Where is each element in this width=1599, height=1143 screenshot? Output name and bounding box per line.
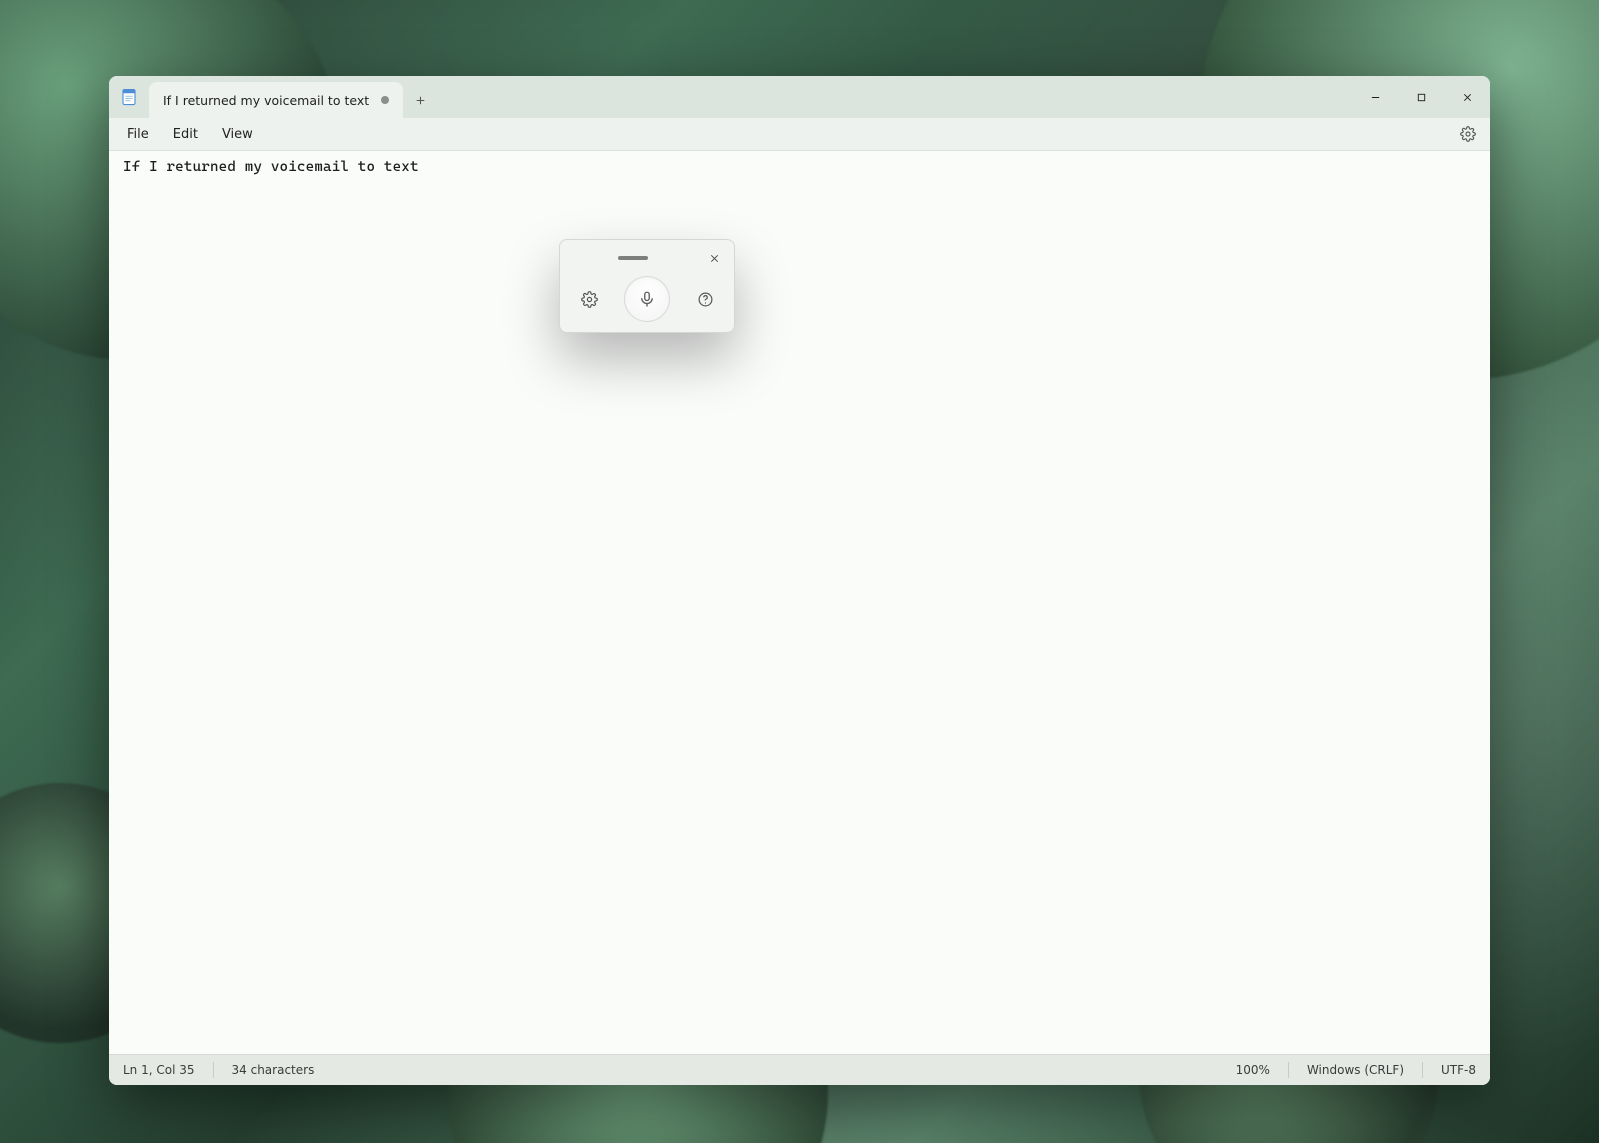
- menu-view[interactable]: View: [210, 123, 265, 146]
- help-icon: [697, 291, 714, 308]
- status-zoom[interactable]: 100%: [1232, 1063, 1274, 1077]
- close-button[interactable]: [1444, 76, 1490, 118]
- gear-icon: [1460, 126, 1476, 142]
- statusbar: Ln 1, Col 35 34 characters 100% Windows …: [109, 1054, 1490, 1085]
- tab-title: If I returned my voicemail to text: [163, 93, 369, 108]
- titlebar[interactable]: If I returned my voicemail to text: [109, 76, 1490, 118]
- editor-textarea[interactable]: If I returned my voicemail to text: [109, 151, 1490, 1054]
- gear-icon: [581, 291, 598, 308]
- window-controls: [1352, 76, 1490, 118]
- close-icon: [1462, 92, 1473, 103]
- voice-widget-header[interactable]: [568, 248, 726, 274]
- app-icon-slot: [109, 76, 149, 118]
- voice-settings-button[interactable]: [574, 284, 604, 314]
- document-tab[interactable]: If I returned my voicemail to text: [149, 82, 403, 118]
- status-line-endings[interactable]: Windows (CRLF): [1303, 1063, 1408, 1077]
- settings-button[interactable]: [1452, 122, 1484, 146]
- drag-handle-icon[interactable]: [618, 256, 648, 260]
- status-encoding[interactable]: UTF-8: [1437, 1063, 1480, 1077]
- maximize-button[interactable]: [1398, 76, 1444, 118]
- menubar: File Edit View: [109, 118, 1490, 151]
- menu-file[interactable]: File: [115, 123, 161, 146]
- microphone-icon: [638, 290, 656, 308]
- divider: [1288, 1062, 1289, 1078]
- menu-edit[interactable]: Edit: [161, 123, 210, 146]
- desktop-wallpaper: If I returned my voicemail to text: [0, 0, 1599, 1143]
- close-icon: [709, 253, 720, 264]
- minimize-button[interactable]: [1352, 76, 1398, 118]
- unsaved-indicator-icon[interactable]: [381, 96, 389, 104]
- minimize-icon: [1370, 92, 1381, 103]
- plus-icon: [414, 94, 427, 107]
- status-char-count: 34 characters: [228, 1063, 319, 1077]
- editor-content: If I returned my voicemail to text: [123, 159, 419, 175]
- divider: [1422, 1062, 1423, 1078]
- new-tab-button[interactable]: [403, 82, 437, 118]
- divider: [213, 1062, 214, 1078]
- voice-widget-controls: [568, 274, 726, 322]
- microphone-button[interactable]: [624, 276, 670, 322]
- status-position[interactable]: Ln 1, Col 35: [119, 1063, 199, 1077]
- voice-help-button[interactable]: [690, 284, 720, 314]
- voice-close-button[interactable]: [704, 248, 724, 268]
- voice-typing-widget[interactable]: [559, 239, 735, 333]
- notepad-icon: [120, 88, 138, 106]
- notepad-window: If I returned my voicemail to text: [109, 76, 1490, 1085]
- maximize-icon: [1416, 92, 1427, 103]
